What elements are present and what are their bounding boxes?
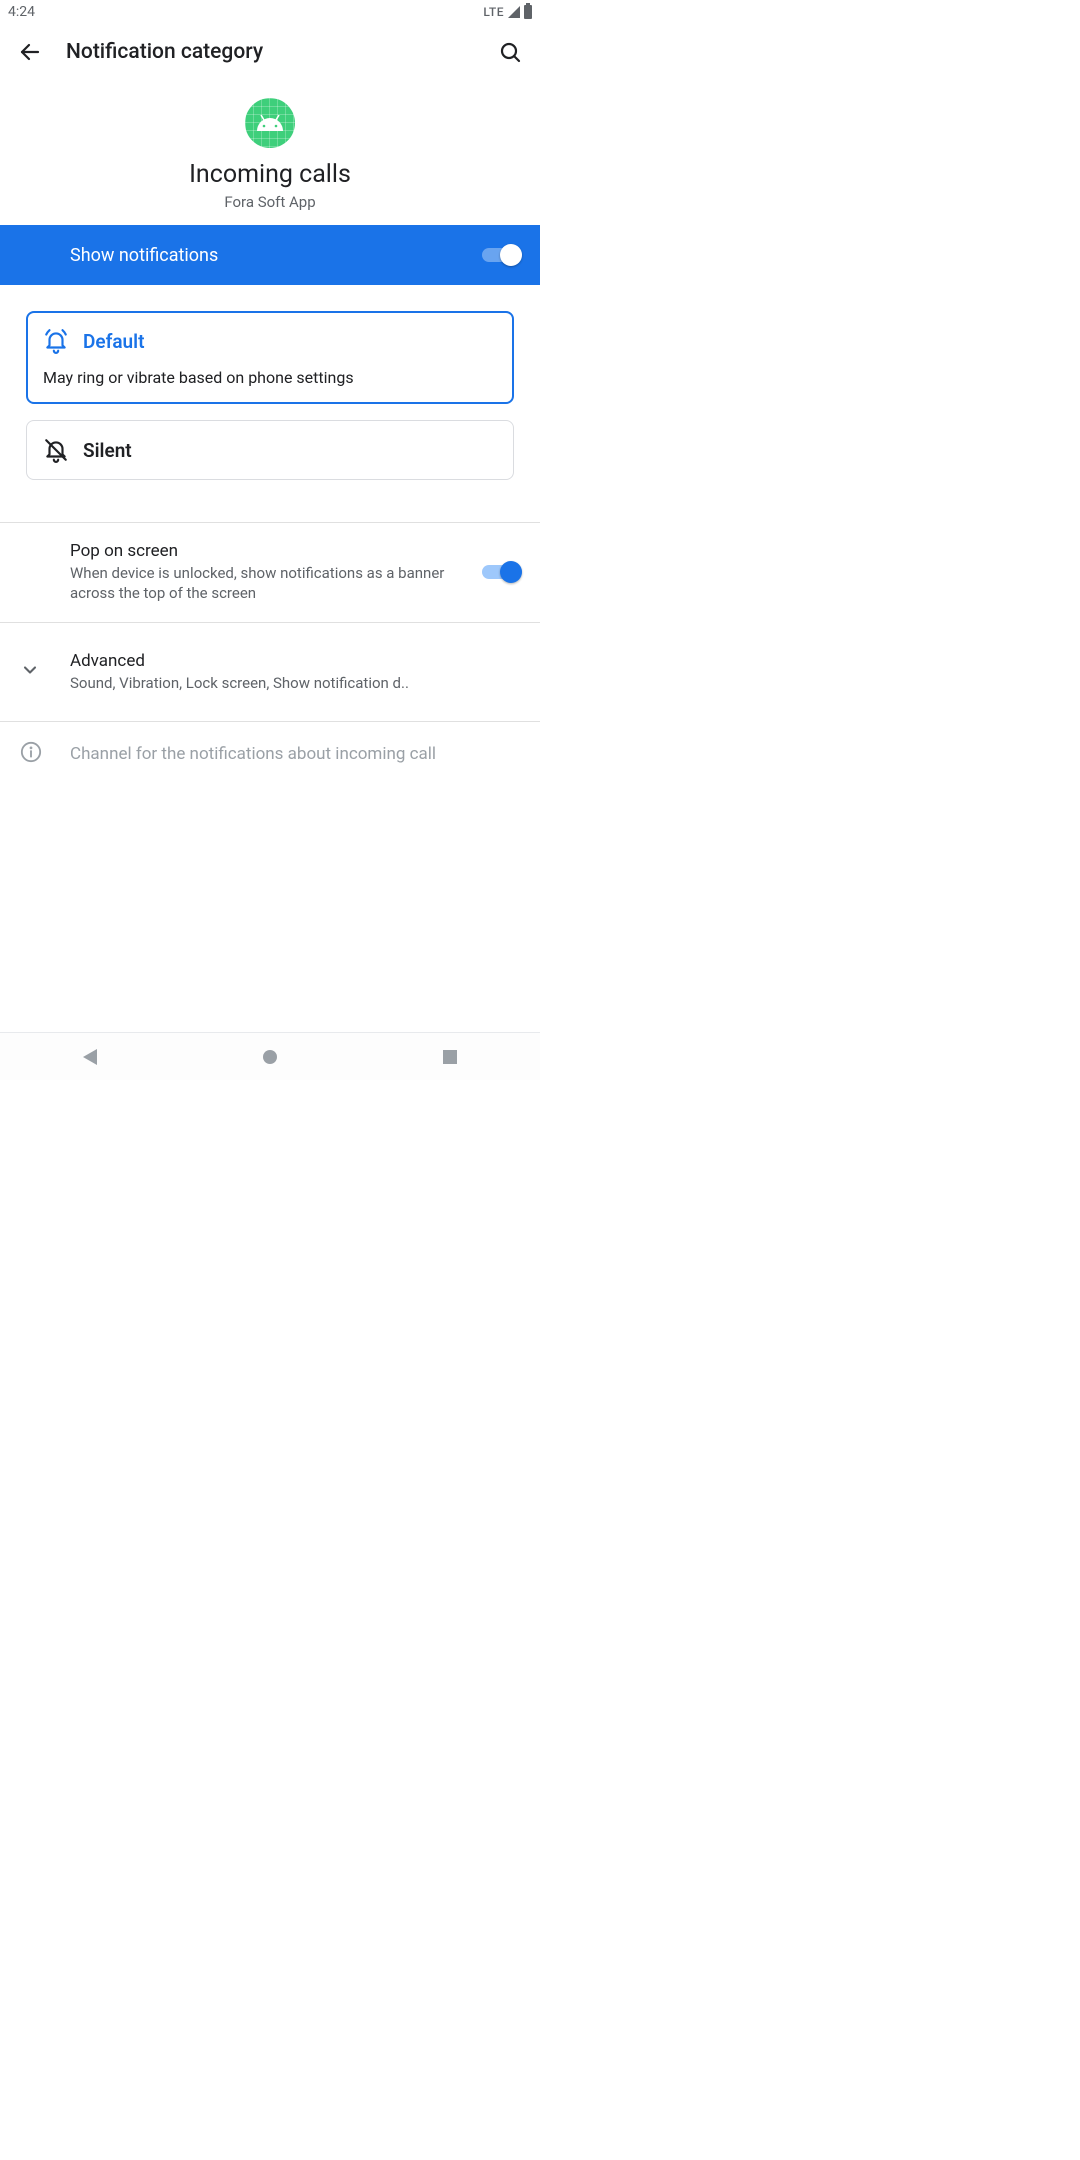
- category-title: Incoming calls: [0, 160, 540, 189]
- nav-recent-button[interactable]: [443, 1050, 457, 1064]
- chevron-down-icon: [20, 660, 40, 684]
- show-notifications-switch[interactable]: [482, 243, 522, 267]
- advanced-title: Advanced: [70, 651, 514, 671]
- app-name: Fora Soft App: [0, 193, 540, 211]
- system-nav-bar: [0, 1032, 540, 1080]
- signal-icon: [508, 6, 520, 18]
- advanced-row[interactable]: Advanced Sound, Vibration, Lock screen, …: [0, 623, 540, 721]
- option-default-title: Default: [83, 330, 144, 353]
- triangle-back-icon: [83, 1049, 97, 1065]
- app-icon: [245, 98, 295, 148]
- info-row: Channel for the notifications about inco…: [0, 722, 540, 786]
- search-button[interactable]: [490, 32, 530, 72]
- battery-icon: [524, 5, 532, 19]
- android-icon: [255, 115, 285, 131]
- show-notifications-label: Show notifications: [70, 245, 218, 266]
- network-label: LTE: [483, 5, 504, 19]
- status-right: LTE: [483, 5, 532, 19]
- search-icon: [498, 40, 522, 64]
- bell-ring-icon: [43, 328, 69, 354]
- alert-options: Default May ring or vibrate based on pho…: [0, 285, 540, 522]
- square-recent-icon: [443, 1050, 457, 1064]
- back-button[interactable]: [10, 32, 50, 72]
- nav-back-button[interactable]: [83, 1049, 97, 1065]
- pop-title: Pop on screen: [70, 541, 462, 561]
- pop-desc: When device is unlocked, show notificati…: [70, 563, 462, 604]
- bell-off-icon: [43, 437, 69, 463]
- option-default[interactable]: Default May ring or vibrate based on pho…: [26, 311, 514, 404]
- pop-on-screen-row[interactable]: Pop on screen When device is unlocked, s…: [0, 523, 540, 622]
- option-silent[interactable]: Silent: [26, 420, 514, 480]
- app-bar: Notification category: [0, 24, 540, 80]
- status-bar: 4:24 LTE: [0, 0, 540, 24]
- circle-home-icon: [263, 1050, 277, 1064]
- info-text: Channel for the notifications about inco…: [70, 744, 514, 764]
- arrow-left-icon: [18, 40, 42, 64]
- category-header: Incoming calls Fora Soft App: [0, 80, 540, 225]
- option-default-desc: May ring or vibrate based on phone setti…: [43, 368, 497, 387]
- option-silent-title: Silent: [83, 439, 132, 462]
- nav-home-button[interactable]: [263, 1050, 277, 1064]
- advanced-desc: Sound, Vibration, Lock screen, Show noti…: [70, 673, 514, 693]
- pop-switch[interactable]: [482, 560, 522, 584]
- page-title: Notification category: [50, 40, 490, 64]
- show-notifications-row[interactable]: Show notifications: [0, 225, 540, 285]
- status-time: 4:24: [8, 4, 35, 20]
- info-icon: [20, 741, 42, 767]
